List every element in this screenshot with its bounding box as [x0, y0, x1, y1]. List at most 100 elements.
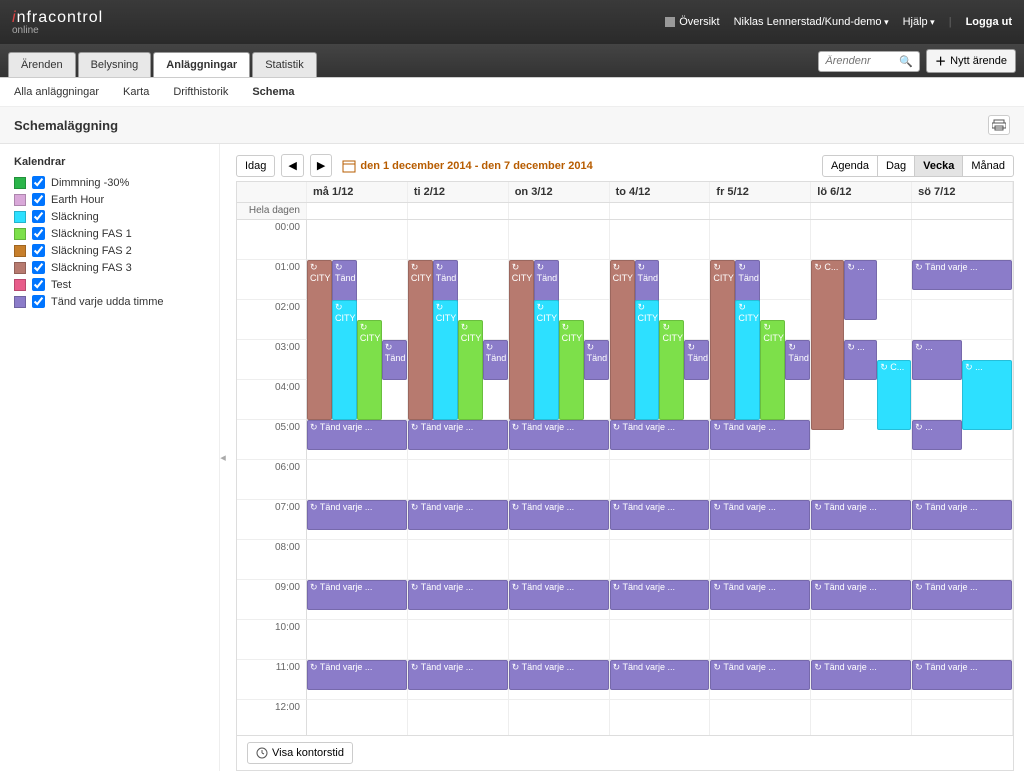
calendar-event[interactable]: CITY [635, 300, 660, 420]
subnav-drift[interactable]: Drifthistorik [173, 86, 228, 98]
calendar-event[interactable]: Tänd varje ... [811, 500, 911, 530]
calendar-event[interactable]: Tänd varje ... [811, 660, 911, 690]
calendar-event[interactable]: Tänd varje ... [912, 260, 1012, 290]
calendar-event[interactable]: Tänd varje ... [307, 420, 407, 450]
calendar-event[interactable]: CITY [735, 300, 760, 420]
allday-cell[interactable] [912, 203, 1013, 219]
calendar-event[interactable]: CITY [458, 320, 483, 420]
calendar-event[interactable]: Tänd varje ... [610, 580, 710, 610]
help-menu[interactable]: Hjälp [903, 16, 935, 28]
calendar-event[interactable]: CITY [610, 260, 635, 420]
calendar-event[interactable]: Tänd varje ... [307, 660, 407, 690]
calendar-event[interactable]: Tänd [483, 340, 508, 380]
search-input[interactable] [825, 55, 895, 67]
calendar-event[interactable]: CITY [710, 260, 735, 420]
user-menu[interactable]: Niklas Lennerstad/Kund-demo [734, 16, 889, 28]
office-hours-button[interactable]: Visa kontorstid [247, 742, 353, 764]
overview-link[interactable]: Översikt [665, 16, 719, 28]
calendar-event[interactable]: Tänd [382, 340, 407, 380]
calendar-checkbox[interactable] [32, 244, 45, 257]
calendar-event[interactable]: ... [844, 340, 877, 380]
allday-cell[interactable] [408, 203, 509, 219]
calendar-event[interactable]: CITY [659, 320, 684, 420]
calendar-event[interactable]: Tänd varje ... [408, 580, 508, 610]
calendar-event[interactable]: Tänd varje ... [307, 500, 407, 530]
calendar-event[interactable]: Tänd varje ... [710, 580, 810, 610]
tab-belysning[interactable]: Belysning [78, 52, 152, 77]
calendar-event[interactable]: CITY [760, 320, 785, 420]
calendar-event[interactable]: Tänd varje ... [811, 580, 911, 610]
calendar-event[interactable]: Tänd varje ... [912, 580, 1012, 610]
calendar-event[interactable]: CITY [332, 300, 357, 420]
next-button[interactable]: ▶ [310, 154, 332, 177]
calendar-event[interactable]: Tänd varje ... [509, 420, 609, 450]
calendar-event[interactable]: ... [962, 360, 1012, 430]
day-column[interactable]: C.........C...Tänd varje ...Tänd varje .… [811, 220, 912, 735]
calendar-checkbox[interactable] [32, 295, 45, 308]
calendar-event[interactable]: C... [877, 360, 911, 430]
search-box[interactable]: 🔍 [818, 51, 920, 72]
calendar-event[interactable]: Tänd [785, 340, 810, 380]
today-button[interactable]: Idag [236, 155, 275, 177]
tab-anlaggningar[interactable]: Anläggningar [153, 52, 250, 77]
calendar-event[interactable]: Tänd varje ... [610, 420, 710, 450]
prev-button[interactable]: ◀ [281, 154, 303, 177]
calendar-checkbox[interactable] [32, 210, 45, 223]
day-column[interactable]: CITYTändCITYCITYTändTänd varje ...Tänd v… [307, 220, 408, 735]
calendar-event[interactable]: ... [912, 420, 962, 450]
new-case-button[interactable]: ＋Nytt ärende [926, 49, 1016, 73]
view-week[interactable]: Vecka [914, 155, 963, 177]
calendar-event[interactable]: Tänd varje ... [509, 580, 609, 610]
tab-statistik[interactable]: Statistik [252, 52, 317, 77]
calendar-event[interactable]: Tänd varje ... [710, 420, 810, 450]
calendar-checkbox[interactable] [32, 278, 45, 291]
view-agenda[interactable]: Agenda [822, 155, 878, 177]
calendar-event[interactable]: Tänd varje ... [509, 660, 609, 690]
calendar-event[interactable]: Tänd varje ... [307, 580, 407, 610]
print-button[interactable] [988, 115, 1010, 135]
calendar-event[interactable]: ... [844, 260, 877, 320]
calendar-event[interactable]: CITY [509, 260, 534, 420]
day-column[interactable]: CITYTändCITYCITYTändTänd varje ...Tänd v… [408, 220, 509, 735]
calendar-event[interactable]: CITY [433, 300, 458, 420]
calendar-event[interactable]: Tänd [684, 340, 709, 380]
calendar-event[interactable]: Tänd varje ... [408, 420, 508, 450]
allday-cell[interactable] [811, 203, 912, 219]
calendar-event[interactable]: Tänd varje ... [912, 660, 1012, 690]
allday-cell[interactable] [610, 203, 711, 219]
calendar-event[interactable]: CITY [357, 320, 382, 420]
allday-cell[interactable] [307, 203, 408, 219]
calendar-event[interactable]: Tänd varje ... [408, 500, 508, 530]
calendar-grid[interactable]: 00:0001:0002:0003:0004:0005:0006:0007:00… [237, 220, 1013, 735]
calendar-event[interactable]: Tänd varje ... [710, 660, 810, 690]
calendar-event[interactable]: Tänd varje ... [610, 660, 710, 690]
calendar-checkbox[interactable] [32, 227, 45, 240]
calendar-event[interactable]: Tänd varje ... [710, 500, 810, 530]
search-icon[interactable]: 🔍 [899, 55, 913, 68]
subnav-schema[interactable]: Schema [252, 86, 294, 98]
calendar-event[interactable]: CITY [559, 320, 584, 420]
calendar-checkbox[interactable] [32, 261, 45, 274]
view-month[interactable]: Månad [962, 155, 1014, 177]
day-column[interactable]: CITYTändCITYCITYTändTänd varje ...Tänd v… [710, 220, 811, 735]
calendar-event[interactable]: C... [811, 260, 844, 430]
day-column[interactable]: CITYTändCITYCITYTändTänd varje ...Tänd v… [610, 220, 711, 735]
calendar-event[interactable]: Tänd varje ... [912, 500, 1012, 530]
calendar-event[interactable]: Tänd varje ... [509, 500, 609, 530]
tab-arenden[interactable]: Ärenden [8, 52, 76, 77]
subnav-alla[interactable]: Alla anläggningar [14, 86, 99, 98]
calendar-event[interactable]: Tänd varje ... [408, 660, 508, 690]
calendar-event[interactable]: ... [912, 340, 962, 380]
allday-cell[interactable] [710, 203, 811, 219]
calendar-event[interactable]: CITY [534, 300, 559, 420]
logout-link[interactable]: Logga ut [966, 16, 1012, 28]
day-column[interactable]: CITYTändCITYCITYTändTänd varje ...Tänd v… [509, 220, 610, 735]
calendar-checkbox[interactable] [32, 193, 45, 206]
subnav-karta[interactable]: Karta [123, 86, 149, 98]
allday-cell[interactable] [509, 203, 610, 219]
calendar-event[interactable]: CITY [408, 260, 433, 420]
calendar-event[interactable]: CITY [307, 260, 332, 420]
calendar-event[interactable]: Tänd varje ... [610, 500, 710, 530]
day-column[interactable]: Tänd varje ............ Tänd varje ... Tän… [912, 220, 1013, 735]
view-day[interactable]: Dag [877, 155, 915, 177]
